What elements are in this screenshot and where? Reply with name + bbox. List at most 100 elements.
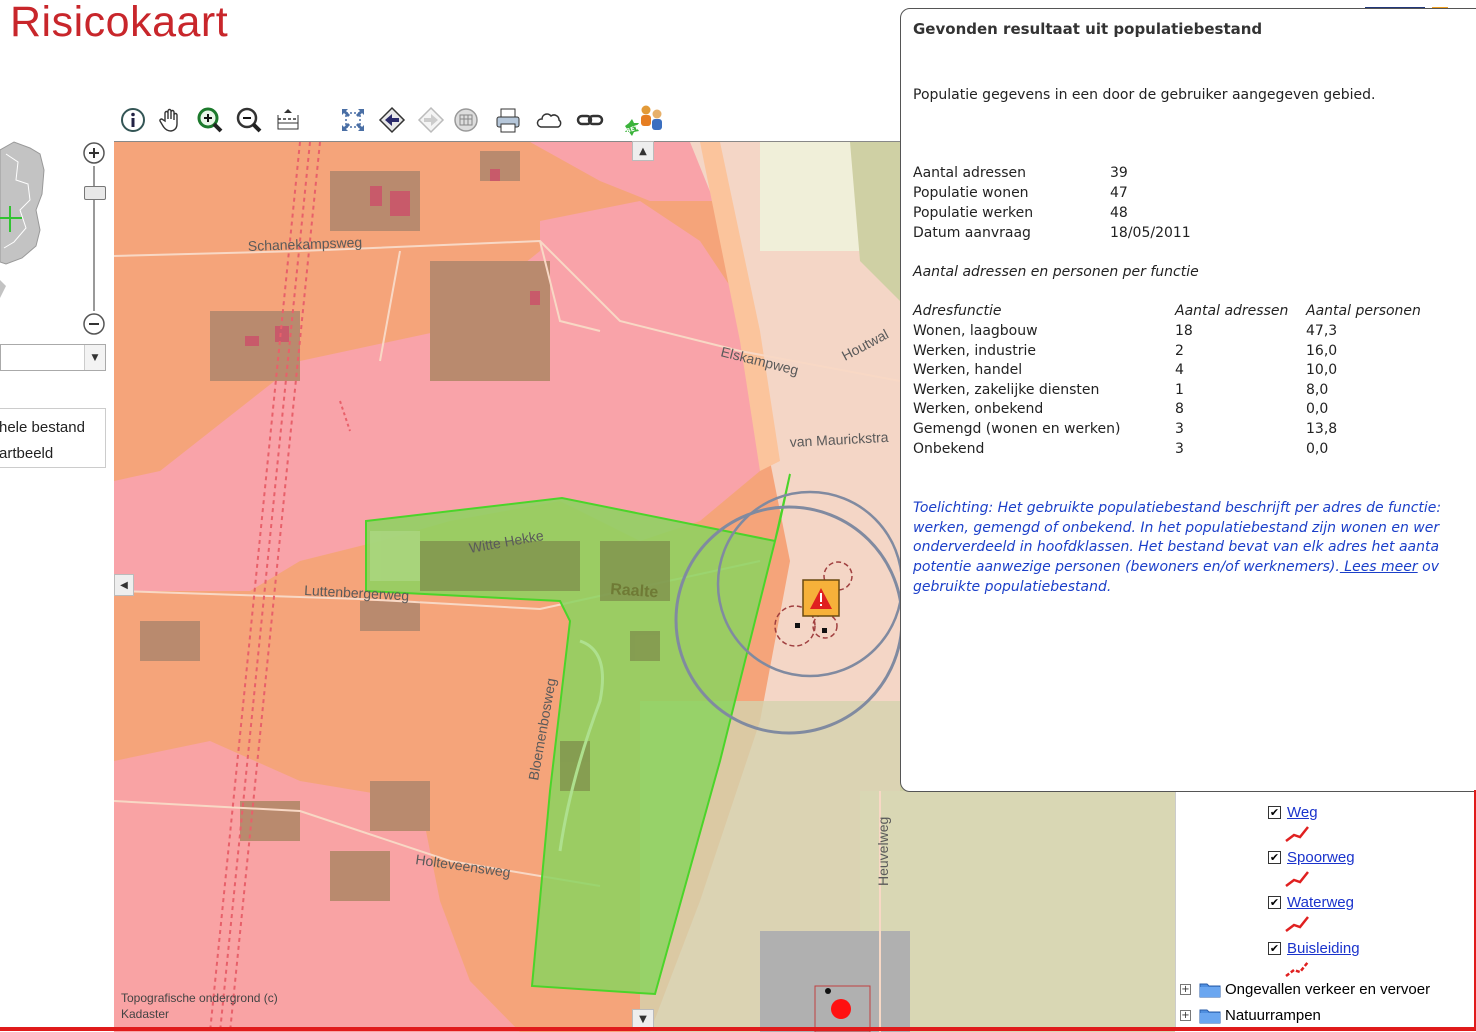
table-cell: Onbekend (913, 441, 985, 457)
table-cell: 47,3 (1306, 323, 1338, 339)
pan-up-button[interactable]: ▲ (632, 141, 654, 161)
print-icon[interactable] (492, 104, 524, 136)
pipeline-symbol-icon (1285, 961, 1309, 977)
legend-item-waterweg[interactable]: ✔ Waterweg (1268, 894, 1354, 911)
checkbox[interactable]: ✔ (1268, 806, 1281, 819)
water-symbol-icon (1285, 916, 1309, 932)
population-result-popup: Gevonden resultaat uit populatiebestand … (900, 8, 1476, 792)
select-area-icon[interactable] (450, 104, 482, 136)
note-line: gebruikte populatiebestand. (913, 578, 1112, 595)
table-cell: 8,0 (1306, 382, 1329, 398)
summary-value: 48 (1110, 205, 1128, 221)
legend-link[interactable]: Waterweg (1287, 894, 1354, 911)
logo (1365, 0, 1455, 15)
popup-title: Gevonden resultaat uit populatiebestand (913, 20, 1263, 38)
full-extent-icon[interactable] (337, 104, 369, 136)
cloud-icon[interactable] (533, 104, 565, 136)
table-cell: 0,0 (1306, 401, 1329, 417)
table-cell: 3 (1175, 421, 1184, 437)
summary-value: 39 (1110, 165, 1128, 181)
folder-label: Ongevallen verkeer en vervoer (1225, 981, 1431, 998)
table-header: Aantal adressen (1175, 303, 1289, 319)
zoom-out-button[interactable] (83, 313, 105, 335)
folder-icon (1199, 1009, 1221, 1024)
layer-select[interactable]: ▼ (0, 344, 106, 371)
forward-icon[interactable] (415, 104, 447, 136)
popup-note: Toelichting: Het gebruikte populatiebest… (913, 499, 1476, 598)
map-copyright: Topografische ondergrond (c) Kadaster (121, 991, 278, 1021)
expand-icon[interactable]: + (1180, 1010, 1191, 1021)
summary-value: 18/05/2011 (1110, 225, 1191, 241)
table-cell: Werken, onbekend (913, 401, 1044, 417)
summary-value: 47 (1110, 185, 1128, 201)
summary-label: Populatie wonen (913, 185, 1029, 201)
summary-label: Aantal adressen (913, 165, 1027, 181)
checkbox[interactable]: ✔ (1268, 851, 1281, 864)
legend-item-buisleiding[interactable]: ✔ Buisleiding (1268, 940, 1360, 957)
app-title: Risicokaart (10, 0, 229, 46)
table-cell: 13,8 (1306, 421, 1338, 437)
search-option-map-view[interactable]: artbeeld (0, 445, 53, 462)
search-option-whole-file[interactable]: hele bestand (0, 419, 85, 436)
table-header: Aantal personen (1306, 303, 1421, 319)
zoom-slider-handle[interactable] (84, 186, 106, 200)
zoom-in-tool-icon[interactable] (194, 104, 226, 136)
table-cell: Werken, zakelijke diensten (913, 382, 1100, 398)
read-more-link[interactable]: Lees meer (1340, 559, 1417, 575)
folder-icon (1199, 983, 1221, 998)
table-cell: 0,0 (1306, 441, 1329, 457)
checkbox[interactable]: ✔ (1268, 896, 1281, 909)
street-label: Raalte (610, 581, 659, 601)
table-cell: Werken, industrie (913, 343, 1036, 359)
legend-link[interactable]: Spoorweg (1287, 849, 1355, 866)
zoom-in-button[interactable] (83, 142, 105, 164)
legend-link[interactable]: Buisleiding (1287, 940, 1360, 957)
legend-folder-ongevallen[interactable]: + Ongevallen verkeer en vervoer (1180, 981, 1430, 998)
table-cell: 18 (1175, 323, 1193, 339)
pan-left-button[interactable]: ◀ (114, 574, 134, 596)
summary-label: Populatie werken (913, 205, 1034, 221)
table-cell: 1 (1175, 382, 1184, 398)
table-cell: Gemengd (wonen en werken) (913, 421, 1121, 437)
window-border-bottom (0, 1027, 1476, 1031)
table-cell: Wonen, laagbouw (913, 323, 1038, 339)
summary-label: Datum aanvraag (913, 225, 1031, 241)
search-scope-options: hele bestand artbeeld (0, 408, 106, 468)
measure-icon[interactable] (272, 104, 304, 136)
table-header: Adresfunctie (913, 303, 1002, 319)
table-cell: 4 (1175, 362, 1184, 378)
back-icon[interactable] (376, 104, 408, 136)
checkbox[interactable]: ✔ (1268, 942, 1281, 955)
expand-icon[interactable]: + (1180, 984, 1191, 995)
popup-intro: Populatie gegevens in een door de gebrui… (913, 87, 1376, 103)
population-beta-icon[interactable]: BETA (622, 104, 668, 136)
note-line-tail: ov (1417, 559, 1439, 576)
table-cell: 3 (1175, 441, 1184, 457)
table-cell: 8 (1175, 401, 1184, 417)
table-cell: 2 (1175, 343, 1184, 359)
info-icon[interactable] (117, 104, 149, 136)
note-line: onderverdeeld in hoofdklassen. Het besta… (913, 539, 1440, 556)
link-icon[interactable] (574, 104, 606, 136)
note-line: werken, gemengd of onbekend. In het popu… (913, 519, 1440, 536)
table-cell: Werken, handel (913, 362, 1023, 378)
section-title: Aantal adressen en personen per functie (913, 264, 1199, 280)
folder-label: Natuurrampen (1225, 1007, 1321, 1024)
pan-down-button[interactable]: ▼ (632, 1009, 654, 1029)
chevron-down-icon[interactable]: ▼ (84, 345, 105, 370)
pan-hand-icon[interactable] (155, 104, 187, 136)
note-line: potentie aanwezige personen (bewoners en… (913, 559, 1340, 576)
zoom-out-tool-icon[interactable] (233, 104, 265, 136)
overview-map[interactable] (0, 140, 50, 300)
road-symbol-icon (1285, 826, 1309, 842)
legend-item-weg[interactable]: ✔ Weg (1268, 804, 1318, 821)
incident-marker (831, 999, 851, 1019)
legend-item-spoorweg[interactable]: ✔ Spoorweg (1268, 849, 1355, 866)
legend-link[interactable]: Weg (1287, 804, 1318, 821)
legend-folder-natuurrampen[interactable]: + Natuurrampen (1180, 1007, 1321, 1024)
note-line: Toelichting: Het gebruikte populatiebest… (913, 500, 1442, 516)
table-cell: 10,0 (1306, 362, 1338, 378)
street-label: Heuvelweg (875, 817, 891, 886)
table-cell: 16,0 (1306, 343, 1338, 359)
rail-symbol-icon (1285, 871, 1309, 887)
